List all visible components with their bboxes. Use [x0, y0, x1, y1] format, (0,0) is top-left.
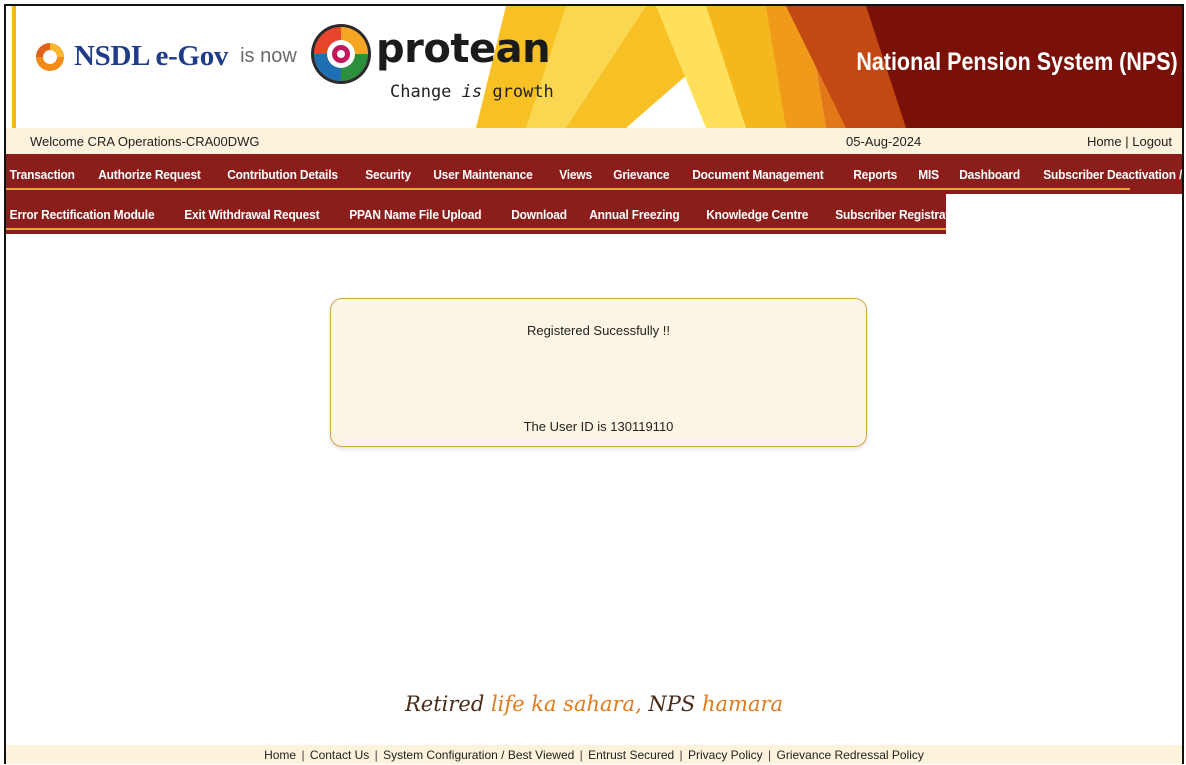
nav-item-error-rectification[interactable]: Error Rectification Module [6, 207, 162, 222]
registration-message-box: Registered Sucessfully !! The User ID is… [330, 298, 867, 447]
protean-logo-icon [311, 24, 371, 84]
success-message: Registered Sucessfully !! [526, 323, 671, 338]
slogan-part-1: Retired [404, 692, 491, 716]
protean-tagline: Change is growth [390, 82, 554, 102]
nav-item-security[interactable]: Security [356, 167, 418, 182]
nav-item-annual-freezing[interactable]: Annual Freezing [580, 207, 687, 222]
tagline-post: growth [482, 82, 554, 102]
footer-link-entrust-secured[interactable]: Entrust Secured [588, 748, 674, 762]
main-nav: Transaction Authorize Request Contributi… [6, 154, 1182, 234]
nsdl-brand-text: NSDL e-Gov [74, 40, 229, 72]
slogan-part-2: life ka sahara, [490, 692, 649, 716]
footer-link-contact-us[interactable]: Contact Us [310, 748, 369, 762]
tagline-em: is [461, 82, 483, 102]
nsdl-mark-icon [36, 42, 64, 71]
nav-item-subscriber-deactivation[interactable]: Subscriber Deactivation / Reactivation [1034, 167, 1182, 182]
footer-link-system-configuration[interactable]: System Configuration / Best Viewed [383, 748, 574, 762]
slogan-part-4: hamara [702, 692, 784, 716]
page-frame: NSDL e-Gov is now protean Change is grow… [4, 4, 1184, 764]
nav-item-authorize-request[interactable]: Authorize Request [89, 167, 208, 182]
nav-item-views[interactable]: Views [550, 167, 599, 182]
nav-item-mis[interactable]: MIS [909, 167, 946, 182]
nav-item-transaction[interactable]: Transaction [6, 167, 82, 182]
nav-item-grievance[interactable]: Grievance [604, 167, 677, 182]
welcome-bar: Welcome CRA Operations-CRA00DWG 05-Aug-2… [6, 128, 1182, 154]
footer-link-privacy-policy[interactable]: Privacy Policy [688, 748, 763, 762]
nps-slogan: Retired life ka sahara, NPS hamara [6, 692, 1182, 716]
home-link[interactable]: Home [1087, 134, 1122, 149]
footer-separator: | [679, 748, 683, 762]
protean-brand-text: protean [376, 26, 551, 72]
logout-link[interactable]: Logout [1132, 134, 1172, 149]
nav-row-1: Transaction Authorize Request Contributi… [6, 154, 1182, 194]
tagline-pre: Change [390, 82, 462, 102]
user-id-message: The User ID is 130119110 [523, 419, 674, 434]
footer-separator: | [301, 748, 305, 762]
slogan-part-3: NPS [648, 692, 702, 716]
nav-row-1-underline [6, 188, 1130, 190]
footer-separator: | [768, 748, 772, 762]
nsdl-logo: NSDL e-Gov is now [34, 40, 297, 73]
footer-link-home[interactable]: Home [264, 748, 296, 762]
is-now-text: is now [240, 45, 297, 67]
header-banner: NSDL e-Gov is now protean Change is grow… [6, 6, 1182, 128]
nav-row-2-underline [6, 228, 946, 230]
home-logout-links: Home | Logout [1087, 134, 1172, 149]
nav-item-download[interactable]: Download [502, 207, 574, 222]
nav-item-reports[interactable]: Reports [844, 167, 904, 182]
nav-item-dashboard[interactable]: Dashboard [950, 167, 1027, 182]
nav-item-document-management[interactable]: Document Management [683, 167, 831, 182]
footer-separator: | [579, 748, 583, 762]
footer-link-grievance-redressal[interactable]: Grievance Redressal Policy [776, 748, 923, 762]
nav-item-exit-withdrawal[interactable]: Exit Withdrawal Request [175, 207, 327, 222]
nav-item-knowledge-centre[interactable]: Knowledge Centre [697, 207, 816, 222]
nav-item-contribution-details[interactable]: Contribution Details [218, 167, 345, 182]
nav-item-shift-to-nsdl[interactable]: Shift to NSDL [986, 207, 1077, 222]
nav-item-user-maintenance[interactable]: User Maintenance [424, 167, 540, 182]
nav-row-2: Error Rectification Module Exit Withdraw… [6, 194, 1070, 234]
current-date: 05-Aug-2024 [846, 134, 922, 149]
welcome-text: Welcome CRA Operations-CRA00DWG [30, 134, 260, 149]
nav-item-ppan-upload[interactable]: PPAN Name File Upload [340, 207, 489, 222]
home-logout-separator: | [1121, 134, 1133, 149]
system-title: National Pension System (NPS) [856, 48, 1178, 76]
nav-item-subscriber-registration[interactable]: Subscriber Registration [826, 207, 974, 222]
footer-separator: | [374, 748, 378, 762]
footer-links: Home | Contact Us | System Configuration… [6, 745, 1182, 764]
